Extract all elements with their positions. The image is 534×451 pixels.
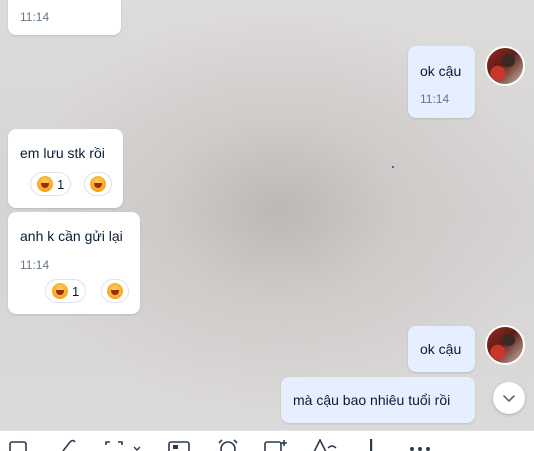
format-icon[interactable] <box>312 439 338 451</box>
laughing-emoji-icon <box>52 283 68 299</box>
message-bubble-sent[interactable]: ok cậu 11:14 <box>408 46 475 118</box>
message-text: mà cậu bao nhiêu tuổi rồi <box>293 392 451 408</box>
message-time: 11:14 <box>420 92 450 106</box>
message-text: em lưu stk rồi <box>20 145 105 161</box>
sticker-icon[interactable] <box>9 439 29 451</box>
background-speck <box>392 166 394 168</box>
alarm-icon[interactable] <box>217 439 239 451</box>
add-reaction-button[interactable] <box>101 279 129 303</box>
message-bubble-received[interactable]: 11:14 <box>8 0 121 35</box>
laughing-emoji-icon <box>90 176 106 192</box>
message-bubble-sent[interactable]: mà cậu bao nhiêu tuổi rồi <box>281 377 475 423</box>
chevron-down-icon <box>503 395 515 402</box>
card-icon[interactable] <box>168 439 190 451</box>
task-icon[interactable] <box>264 439 288 451</box>
message-bubble-received[interactable]: em lưu stk rồi <box>8 129 123 208</box>
laughing-emoji-icon <box>107 283 123 299</box>
reaction-summary[interactable]: 1 <box>45 279 87 303</box>
reaction-count: 1 <box>72 283 80 299</box>
message-time: 11:14 <box>20 10 50 24</box>
add-reaction-button[interactable] <box>84 172 112 196</box>
laughing-emoji-icon <box>37 176 53 192</box>
composer-toolbar <box>0 430 534 451</box>
message-bubble-sent[interactable]: ok cậu <box>408 326 475 372</box>
scroll-to-bottom-button[interactable] <box>493 382 525 414</box>
more-icon[interactable] <box>408 439 432 451</box>
urgent-icon[interactable] <box>368 439 374 451</box>
message-text: anh k cần gửi lại <box>20 228 123 244</box>
message-text: ok cậu <box>420 63 462 79</box>
message-text: ok cậu <box>420 341 462 357</box>
screenshot-icon[interactable] <box>104 439 144 451</box>
avatar[interactable] <box>485 325 525 365</box>
reaction-summary[interactable]: 1 <box>30 172 72 196</box>
reaction-count: 1 <box>57 176 65 192</box>
avatar[interactable] <box>485 46 525 86</box>
message-time: 11:14 <box>20 258 50 272</box>
chat-message-area[interactable]: 11:14 ok cậu 11:14 em lưu stk rồi 1 anh … <box>0 0 534 430</box>
attach-icon[interactable] <box>60 439 76 451</box>
